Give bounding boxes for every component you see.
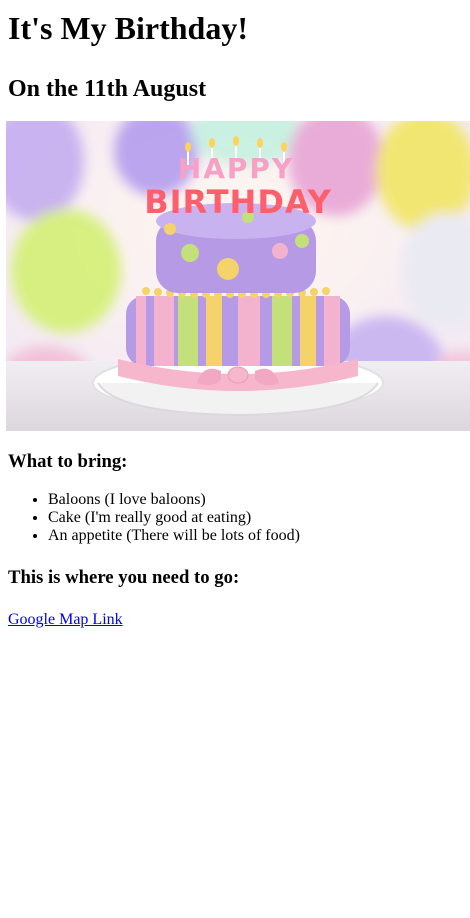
page-title: It's My Birthday! [8,10,248,46]
bring-list: Baloons (I love baloons) Cake (I'm reall… [8,491,462,545]
list-item: Cake (I'm really good at eating) [48,509,462,527]
list-item: An appetite (There will be lots of food) [48,527,462,545]
svg-text:HAPPY: HAPPY [178,152,294,185]
page-content: It's My Birthday! On the 11th August HAP… [0,10,470,629]
page-subtitle: On the 11th August [8,76,207,102]
directions-heading: This is where you need to go: [8,567,240,588]
svg-text:BIRTHDAY: BIRTHDAY [144,183,332,221]
birthday-cake-image: HAPPY BIRTHDAY [6,121,470,431]
list-item: Baloons (I love baloons) [48,491,462,509]
bring-heading: What to bring: [8,451,128,472]
google-map-link[interactable]: Google Map Link [8,611,123,629]
